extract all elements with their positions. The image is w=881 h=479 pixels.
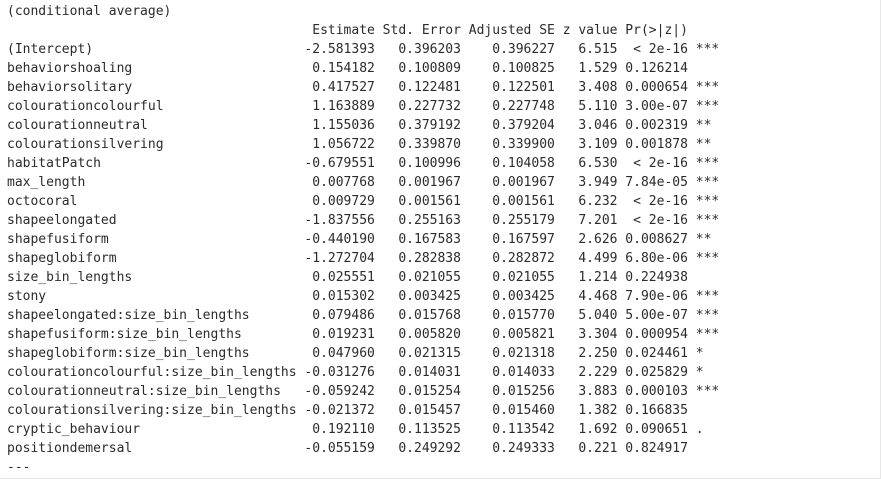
output-header: (conditional average) — [7, 4, 172, 19]
table-row: (Intercept) -2.581393 0.396203 0.396227 … — [7, 42, 720, 57]
table-row: shapefusiform -0.440190 0.167583 0.16759… — [7, 232, 712, 247]
table-row: colourationsilvering:size_bin_lengths -0… — [7, 403, 688, 418]
table-row: colourationcolourful:size_bin_lengths -0… — [7, 365, 704, 380]
column-headers: Estimate Std. Error Adjusted SE z value … — [7, 23, 688, 38]
table-row: shapeelongated -1.837556 0.255163 0.2551… — [7, 213, 720, 228]
table-row: size_bin_lengths 0.025551 0.021055 0.021… — [7, 270, 688, 285]
table-row: shapefusiform:size_bin_lengths 0.019231 … — [7, 327, 720, 342]
table-row: behaviorshoaling 0.154182 0.100809 0.100… — [7, 61, 688, 76]
table-row: max_length 0.007768 0.001967 0.001967 3.… — [7, 175, 720, 190]
table-row: shapeelongated:size_bin_lengths 0.079486… — [7, 308, 720, 323]
table-row: colourationcolourful 1.163889 0.227732 0… — [7, 99, 720, 114]
table-row: shapeglobiform:size_bin_lengths 0.047960… — [7, 346, 704, 361]
r-console-output[interactable]: (conditional average) Estimate Std. Erro… — [0, 0, 881, 479]
table-row: colourationneutral 1.155036 0.379192 0.3… — [7, 118, 712, 133]
table-row: habitatPatch -0.679551 0.100996 0.104058… — [7, 156, 720, 171]
table-row: behaviorsolitary 0.417527 0.122481 0.122… — [7, 80, 720, 95]
table-row: positiondemersal -0.055159 0.249292 0.24… — [7, 441, 688, 456]
table-row: colourationneutral:size_bin_lengths -0.0… — [7, 384, 720, 399]
table-row: cryptic_behaviour 0.192110 0.113525 0.11… — [7, 422, 704, 437]
table-row: octocoral 0.009729 0.001561 0.001561 6.2… — [7, 194, 720, 209]
table-row: shapeglobiform -1.272704 0.282838 0.2828… — [7, 251, 720, 266]
table-row: colourationsilvering 1.056722 0.339870 0… — [7, 137, 712, 152]
coefficient-table: (conditional average) Estimate Std. Erro… — [0, 0, 880, 477]
table-row: stony 0.015302 0.003425 0.003425 4.468 7… — [7, 289, 720, 304]
signif-separator: --- — [7, 460, 31, 475]
